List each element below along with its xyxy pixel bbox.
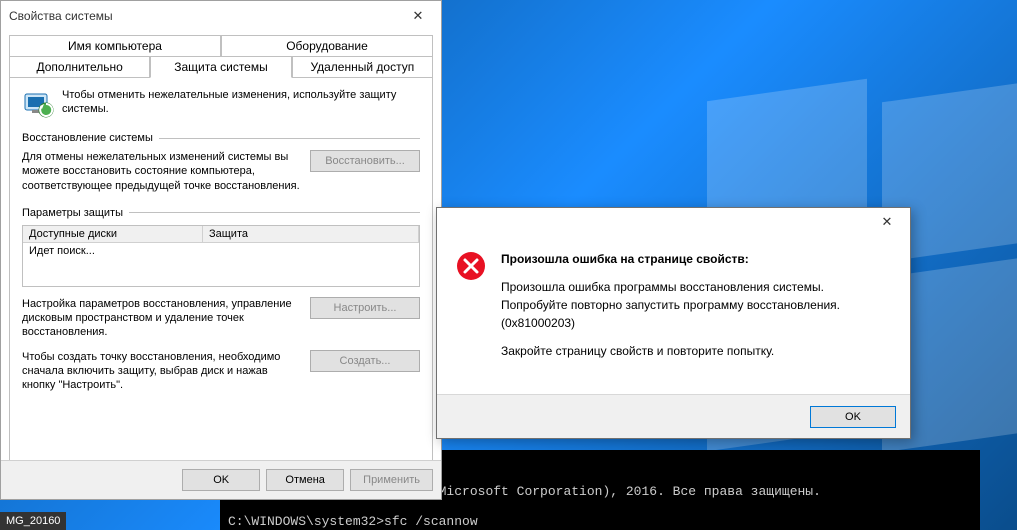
system-properties-titlebar[interactable]: Свойства системы ✕ bbox=[1, 1, 441, 31]
section-restore-label: Восстановление системы bbox=[22, 132, 153, 144]
tab-computer-name[interactable]: Имя компьютера bbox=[9, 35, 221, 56]
create-description: Чтобы создать точку восстановления, необ… bbox=[22, 350, 300, 393]
table-searching-text: Идет поиск... bbox=[23, 243, 419, 259]
apply-button[interactable]: Применить bbox=[350, 469, 433, 491]
error-heading: Произошла ошибка на странице свойств: bbox=[501, 250, 892, 268]
tab-advanced[interactable]: Дополнительно bbox=[9, 56, 150, 78]
tab-panel-system-protection: Чтобы отменить нежелательные изменения, … bbox=[9, 77, 433, 469]
close-icon: ✕ bbox=[413, 8, 424, 24]
console-line-prompt: C:\WINDOWS\system32>sfc /scannow bbox=[228, 514, 478, 529]
system-protection-icon bbox=[22, 88, 54, 120]
configure-description: Настройка параметров восстановления, упр… bbox=[22, 297, 300, 340]
error-close-button[interactable]: ✕ bbox=[864, 207, 910, 237]
error-ok-button[interactable]: OK bbox=[810, 406, 896, 428]
error-dialog: ✕ Произошла ошибка на странице свойств: … bbox=[436, 207, 911, 439]
dialog-footer: OK Отмена Применить bbox=[1, 460, 441, 499]
divider bbox=[129, 212, 420, 213]
taskbar-thumbnail-label[interactable]: MG_20160 bbox=[0, 512, 66, 530]
cancel-button[interactable]: Отмена bbox=[266, 469, 344, 491]
create-button[interactable]: Создать... bbox=[310, 350, 420, 372]
window-title: Свойства системы bbox=[9, 9, 395, 23]
configure-button[interactable]: Настроить... bbox=[310, 297, 420, 319]
section-params-label: Параметры защиты bbox=[22, 207, 123, 219]
close-icon: ✕ bbox=[882, 214, 893, 230]
restore-description: Для отмены нежелательных изменений систе… bbox=[22, 150, 300, 193]
protection-disks-table[interactable]: Доступные диски Защита Идет поиск... bbox=[22, 225, 420, 287]
error-body2: Закройте страницу свойств и повторите по… bbox=[501, 342, 892, 360]
error-body1: Произошла ошибка программы восстановлени… bbox=[501, 278, 892, 332]
restore-button[interactable]: Восстановить... bbox=[310, 150, 420, 172]
column-protection[interactable]: Защита bbox=[203, 226, 419, 242]
ok-button[interactable]: OK bbox=[182, 469, 260, 491]
column-disks[interactable]: Доступные диски bbox=[23, 226, 203, 242]
divider bbox=[159, 138, 420, 139]
system-properties-window: Свойства системы ✕ Имя компьютера Оборуд… bbox=[0, 0, 442, 500]
error-icon bbox=[455, 250, 487, 282]
tab-remote[interactable]: Удаленный доступ bbox=[292, 56, 433, 78]
tab-system-protection[interactable]: Защита системы bbox=[150, 56, 291, 78]
error-titlebar[interactable]: ✕ bbox=[437, 208, 910, 236]
close-button[interactable]: ✕ bbox=[395, 1, 441, 31]
intro-text: Чтобы отменить нежелательные изменения, … bbox=[62, 88, 420, 120]
tab-hardware[interactable]: Оборудование bbox=[221, 35, 433, 56]
